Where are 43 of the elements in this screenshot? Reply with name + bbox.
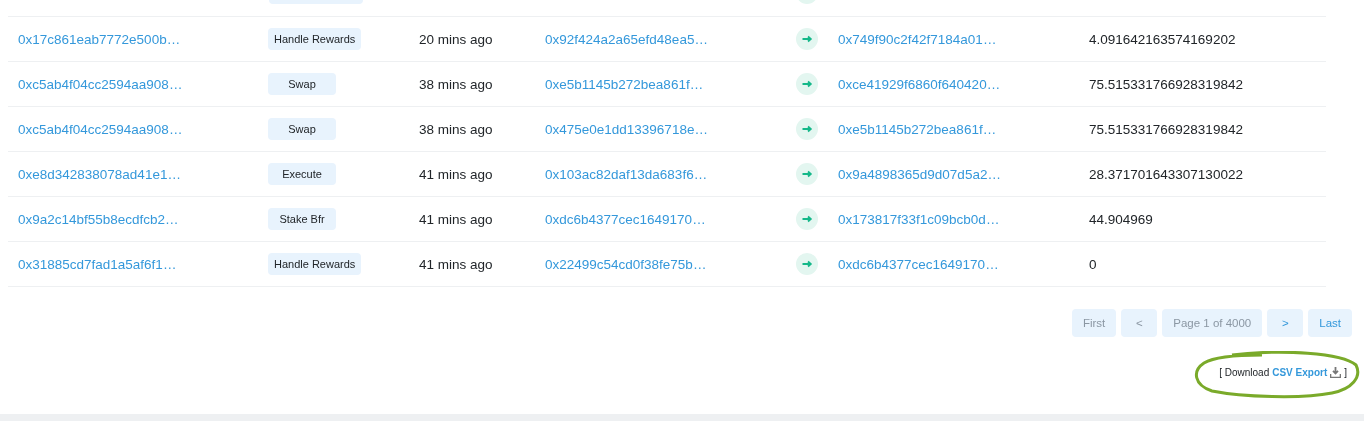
transaction-hash-link[interactable]: 0x9a2c14bf55b8ecdfcb2… [18,211,179,227]
page-nav-button[interactable]: Last [1308,309,1352,337]
download-label: [ Download [1219,367,1270,378]
method-badge: Execute [268,163,336,185]
to-address-link[interactable]: 0xe5b1145b272bea861f… [838,121,997,137]
method-badge: Swap [268,73,336,95]
age-text: 38 mins ago [419,76,493,92]
value-text: 28.371701643307130022 [1089,166,1243,182]
page-nav-button[interactable]: > [1267,309,1304,337]
method-badge: Handle Rewards [268,253,362,275]
value-text: 44.904969 [1089,211,1153,227]
age-text: 38 mins ago [419,121,493,137]
method-badge: Stake Bfr [268,208,336,230]
to-address-link[interactable]: 0x173817f33f1c09bcb0d… [838,211,1000,227]
value-text: 0 [1089,256,1097,272]
method-badge: Swap [268,118,336,140]
transaction-hash-link[interactable]: 0x31885cd7fad1a5af6f1… [18,256,177,272]
value-text: 75.515331766928319842 [1089,76,1243,92]
transaction-hash-link[interactable]: 0xc5ab4f04cc2594aa908… [18,76,183,92]
to-address-link[interactable]: 0x9a4898365d9d07d5a2… [838,166,1001,182]
transaction-hash-link[interactable]: 0x17c861eab7772e500b… [18,31,181,47]
to-address-link[interactable]: 0x749f90c2f42f7184a01… [838,31,997,47]
csv-export-link[interactable]: CSV Export [1272,367,1328,378]
transaction-hash-link[interactable]: 0xc5ab4f04cc2594aa908… [18,121,183,137]
age-text: 41 mins ago [419,166,493,182]
value-text: 4.091642163574169202 [1089,31,1236,47]
from-address-link[interactable]: 0xe5b1145b272bea861f… [545,76,704,92]
from-address-link[interactable]: 0x92f424a2a65efd48ea5… [545,31,708,47]
age-text: 41 mins ago [419,211,493,227]
to-address-link[interactable]: 0xce41929f6860f640420… [838,76,1001,92]
from-address-link[interactable]: 0x22499c54cd0f38fe75b… [545,256,707,272]
page-indicator: Page 1 of 4000 [1162,309,1263,337]
method-badge: Handle Rewards [268,28,362,50]
value-text: 75.515331766928319842 [1089,121,1243,137]
from-address-link[interactable]: 0x103ac82daf13da683f6… [545,166,708,182]
age-text: 20 mins ago [419,31,493,47]
download-icon [1330,367,1342,378]
to-address-link[interactable]: 0xdc6b4377cec1649170… [838,256,999,272]
age-text: 41 mins ago [419,256,493,272]
transaction-hash-link[interactable]: 0xe8d342838078ad41e1… [18,166,181,182]
download-label: ] [1344,367,1347,378]
from-address-link[interactable]: 0xdc6b4377cec1649170… [545,211,706,227]
from-address-link[interactable]: 0x475e0e1dd13396718e… [545,121,708,137]
